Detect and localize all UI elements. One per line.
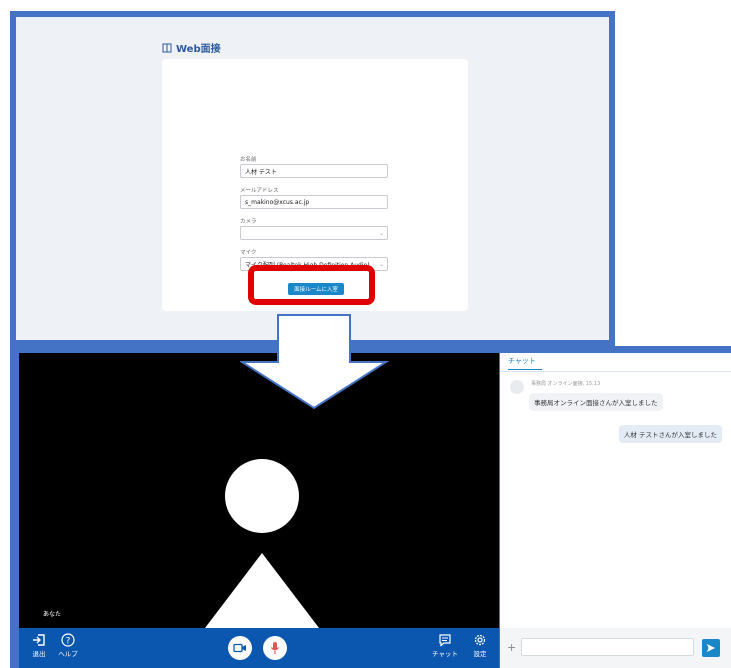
chat-input-bar: + xyxy=(500,628,731,668)
app-logo: Web面接 xyxy=(162,40,221,55)
svg-text:?: ? xyxy=(66,637,71,647)
mic-toggle-button[interactable] xyxy=(263,636,287,660)
help-icon: ? xyxy=(61,633,75,647)
send-button[interactable] xyxy=(702,639,720,657)
settings-button[interactable]: 設定 xyxy=(469,633,491,658)
highlight-box xyxy=(248,265,375,305)
self-video-label: あなた xyxy=(43,611,62,618)
mic-label: マイク xyxy=(240,250,257,256)
name-field[interactable]: 人材 テスト xyxy=(240,164,388,178)
email-field[interactable]: s_makino@xcus.ac.jp xyxy=(240,195,388,209)
down-arrow xyxy=(240,314,390,410)
chat-message-meta: 事務局 オンライン面接, 15:13 xyxy=(531,381,601,387)
email-label: メールアドレス xyxy=(240,188,279,194)
send-icon xyxy=(707,644,715,652)
chat-divider xyxy=(500,371,731,372)
avatar xyxy=(510,380,524,394)
tab-chat[interactable]: チャット xyxy=(508,356,542,370)
chat-label: チャット xyxy=(432,650,458,658)
camera-select[interactable]: ⌄ xyxy=(240,226,388,240)
help-label: ヘルプ xyxy=(58,650,78,658)
chat-icon xyxy=(439,634,451,647)
camera-label: カメラ xyxy=(240,219,257,225)
camera-icon xyxy=(233,643,246,653)
gear-icon xyxy=(474,634,486,646)
microphone-icon xyxy=(271,642,279,654)
chevron-down-icon: ⌄ xyxy=(378,230,384,237)
exit-icon xyxy=(33,634,45,646)
chat-message-own: 人材 テストさんが入室しました xyxy=(618,425,722,443)
book-icon xyxy=(162,43,172,52)
leave-button[interactable]: 退出 xyxy=(28,633,50,658)
chevron-down-icon: ⌄ xyxy=(378,261,384,268)
camera-toggle-button[interactable] xyxy=(228,636,252,660)
meeting-toolbar: 退出 ? ヘルプ チャット 設定 xyxy=(19,628,499,668)
plus-icon[interactable]: + xyxy=(507,641,516,654)
chat-toggle-button[interactable]: チャット xyxy=(428,633,462,658)
entry-form: お名前 人材 テスト メールアドレス s_makino@xcus.ac.jp カ… xyxy=(240,155,388,279)
chat-message-input[interactable] xyxy=(521,638,694,656)
name-label: お名前 xyxy=(240,157,257,163)
chat-panel: チャット 事務局 オンライン面接, 15:13 事務局オンライン面接さんが入室し… xyxy=(500,353,731,628)
email-value: s_makino@xcus.ac.jp xyxy=(245,198,310,206)
name-value: 人材 テスト xyxy=(245,168,277,176)
help-button[interactable]: ? ヘルプ xyxy=(55,633,81,658)
settings-label: 設定 xyxy=(473,650,487,658)
chat-message-system: 事務局オンライン面接さんが入室しました xyxy=(529,393,663,411)
logo-text: Web面接 xyxy=(176,44,221,55)
leave-label: 退出 xyxy=(32,650,46,658)
